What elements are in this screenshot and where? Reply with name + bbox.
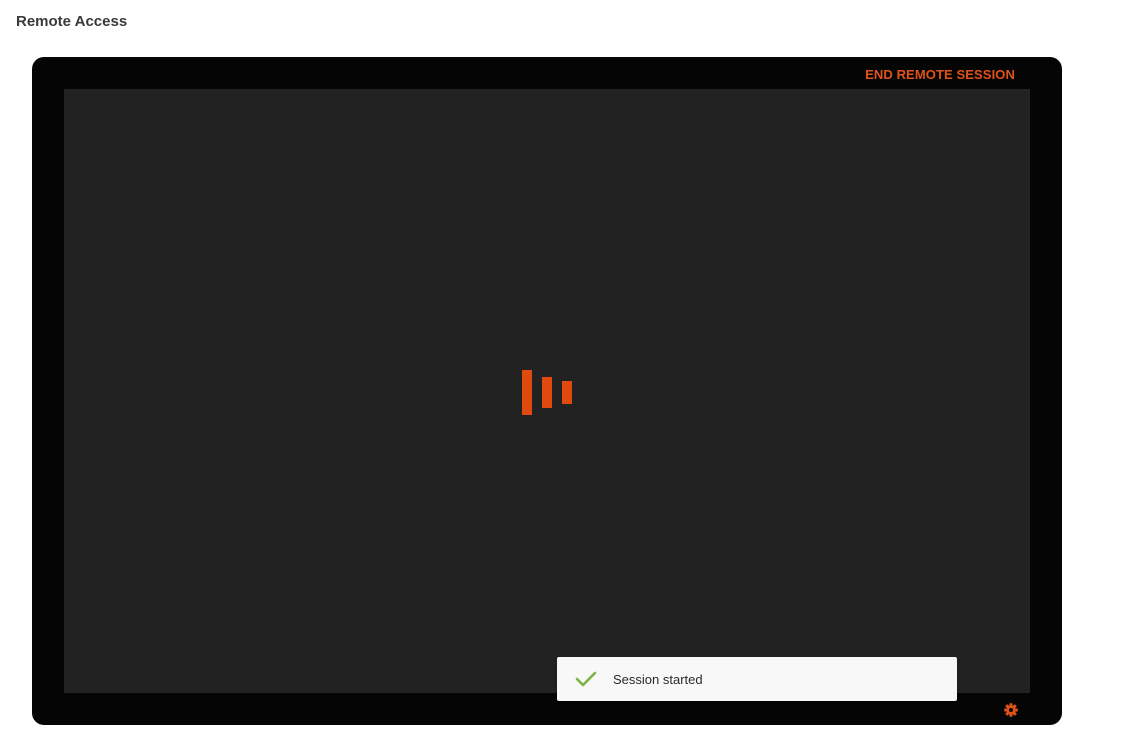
checkmark-icon	[575, 671, 597, 687]
end-remote-session-button[interactable]: END REMOTE SESSION	[865, 67, 1015, 82]
page-title: Remote Access	[16, 13, 128, 30]
loader-bar	[522, 370, 532, 415]
remote-device-frame: END REMOTE SESSION	[32, 57, 1062, 725]
toast-message: Session started	[613, 671, 703, 687]
session-toast: Session started	[557, 657, 957, 701]
loader-bar	[562, 381, 572, 404]
gear-icon[interactable]	[1003, 702, 1019, 718]
loader-bar	[542, 377, 552, 408]
loading-bars-icon	[522, 370, 574, 416]
remote-screen[interactable]	[64, 89, 1030, 693]
